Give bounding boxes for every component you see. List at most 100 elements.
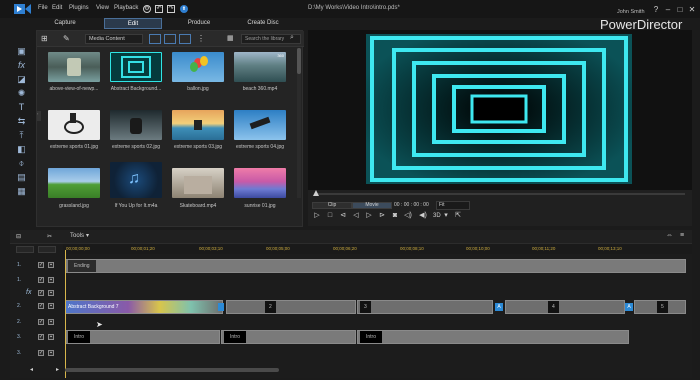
grid-room-icon[interactable]: ▦ — [16, 186, 27, 197]
thumb-extreme-sports-03[interactable] — [172, 110, 224, 140]
thumb-grassland[interactable] — [48, 168, 100, 198]
timeline-clip[interactable]: 2 — [226, 300, 356, 314]
track-enable-checkbox[interactable]: ✓ — [38, 277, 44, 283]
tab-create-disc[interactable]: Create Disc — [234, 18, 292, 29]
tab-edit[interactable]: Edit — [104, 18, 162, 29]
content-type-select[interactable]: Media Content — [85, 34, 143, 44]
settings-icon[interactable]: ⚙ — [143, 5, 151, 13]
three-d-dropdown-icon[interactable]: ▾ — [441, 211, 451, 221]
transition-room-icon[interactable]: ⇆ — [16, 116, 27, 127]
close-icon[interactable]: ✕ — [686, 6, 698, 14]
maximize-icon[interactable]: □ — [674, 6, 686, 14]
menu-playback[interactable]: Playback — [114, 5, 138, 11]
particle-room-icon[interactable]: ✺ — [16, 88, 27, 99]
transition-icon[interactable] — [218, 303, 224, 311]
title-marker-icon[interactable]: A — [495, 303, 503, 311]
clip-mode-button[interactable]: Clip — [312, 202, 352, 209]
timeline-clip[interactable]: Abstract Background 7 — [65, 300, 223, 314]
sort-icon[interactable]: ⋮ — [197, 34, 207, 44]
timeline-fit-icon[interactable]: ⇔ — [666, 232, 673, 239]
fx-room-icon[interactable]: fx — [16, 60, 27, 71]
thumb-abstract-background[interactable] — [110, 52, 162, 82]
speaker-icon[interactable]: ◀) — [418, 211, 428, 221]
thumb-audio-if-you-up[interactable]: ♫ — [110, 162, 162, 198]
movie-mode-button[interactable]: Movie — [352, 202, 392, 209]
track-enable-checkbox[interactable]: ✓ — [38, 262, 44, 268]
zoom-fit-select[interactable]: Fit — [436, 201, 470, 210]
voice-over-icon[interactable]: ◧ — [16, 144, 27, 155]
track-lock-icon[interactable]: ▪ — [48, 277, 54, 283]
timeline-zoom-out-icon[interactable]: ◂ — [30, 366, 33, 373]
collapse-library-icon[interactable]: ‹ — [37, 111, 41, 121]
next-frame-icon[interactable]: ⊳ — [377, 211, 387, 221]
track-enable-checkbox[interactable]: ✓ — [38, 334, 44, 340]
thumb-skateboard[interactable] — [172, 168, 224, 198]
timeline-scrollbar[interactable] — [65, 368, 279, 372]
timeline-zoom-in-icon[interactable]: ▸ — [56, 366, 59, 373]
audio-mixing-icon[interactable]: ⤒ — [16, 130, 27, 141]
volume-icon[interactable]: ◁) — [403, 211, 413, 221]
add-track-icon[interactable]: ⊟ — [16, 233, 21, 240]
timeline-options-icon[interactable]: ≡ — [680, 232, 684, 239]
title-room-icon[interactable]: T — [16, 102, 27, 113]
track-lock-icon[interactable]: ▪ — [48, 303, 54, 309]
track-enable-checkbox[interactable]: ✓ — [38, 290, 44, 296]
thumb-extreme-sports-04[interactable] — [234, 110, 286, 140]
tools-menu[interactable]: Tools — [70, 233, 84, 239]
subtitle-room-icon[interactable]: ▤ — [16, 172, 27, 183]
import-media-icon[interactable]: ⊞ — [41, 34, 51, 44]
track-enable-checkbox[interactable]: ✓ — [38, 350, 44, 356]
track-lock-icon[interactable]: ▪ — [48, 290, 54, 296]
stop-icon[interactable]: □ — [325, 211, 335, 221]
thumb-sunrise-01[interactable] — [234, 168, 286, 198]
menu-edit[interactable]: Edit — [52, 5, 62, 11]
video-filter-icon[interactable] — [149, 34, 161, 44]
view-toggle-icon[interactable]: ▦ — [227, 34, 237, 44]
menu-view[interactable]: View — [96, 5, 109, 11]
snapshot-icon[interactable]: ◙ — [390, 211, 400, 221]
scissors-icon[interactable]: ✂ — [47, 233, 52, 240]
track-lock-icon[interactable]: ▪ — [48, 262, 54, 268]
timeline-playhead[interactable] — [65, 250, 66, 378]
media-room-icon[interactable]: ▣ — [16, 46, 27, 57]
menu-file[interactable]: File — [38, 5, 48, 11]
audio-filter-icon[interactable] — [179, 34, 191, 44]
track-lock-icon[interactable]: ▪ — [48, 319, 54, 325]
track-lock-icon[interactable]: ▪ — [48, 350, 54, 356]
undock-preview-icon[interactable]: ⇱ — [453, 211, 463, 221]
scrubber-handle[interactable] — [313, 190, 319, 196]
track-enable-checkbox[interactable]: ✓ — [38, 303, 44, 309]
timeline-clip[interactable]: Ending — [65, 259, 686, 273]
timeline-clip[interactable]: Intro — [357, 330, 629, 344]
step-forward-icon[interactable]: ▷ — [364, 211, 374, 221]
timeline-clip[interactable]: 3 — [357, 300, 493, 314]
track-enable-checkbox[interactable]: ✓ — [38, 319, 44, 325]
three-d-toggle[interactable]: 3D — [433, 213, 441, 219]
play-icon[interactable]: ▷ — [312, 211, 322, 221]
search-icon[interactable]: ⌕ — [290, 34, 300, 44]
tools-dropdown-icon[interactable]: ▾ — [86, 232, 89, 239]
thumb-extreme-sports-02[interactable] — [110, 110, 162, 140]
redo-icon[interactable]: ↷ — [167, 5, 175, 13]
thumb-ballon[interactable] — [172, 52, 224, 82]
chapter-room-icon[interactable]: ⌽ — [16, 158, 27, 169]
thumb-beach-360[interactable]: 360 — [234, 52, 286, 82]
timeline-clip[interactable]: Intro — [221, 330, 356, 344]
tab-produce[interactable]: Produce — [170, 18, 228, 29]
plugin-icon[interactable]: ✎ — [63, 34, 73, 44]
menu-plugins[interactable]: Plugins — [69, 5, 89, 11]
pip-room-icon[interactable]: ◪ — [16, 74, 27, 85]
help-icon[interactable]: ? — [650, 6, 662, 14]
library-scrollbar[interactable] — [297, 48, 301, 198]
ruler-zoom-button[interactable] — [38, 246, 56, 253]
timeline-clip[interactable]: 4 — [505, 300, 625, 314]
minimize-icon[interactable]: – — [662, 6, 674, 14]
track-manager-button[interactable] — [16, 246, 34, 253]
thumb-extreme-sports-01[interactable] — [48, 110, 100, 140]
thumb-above-view[interactable] — [48, 52, 100, 82]
previous-frame-icon[interactable]: ⊲ — [338, 211, 348, 221]
image-filter-icon[interactable] — [164, 34, 176, 44]
tab-capture[interactable]: Capture — [36, 18, 94, 29]
undo-icon[interactable]: ↶ — [155, 5, 163, 13]
preview-scrubber[interactable] — [315, 193, 685, 195]
